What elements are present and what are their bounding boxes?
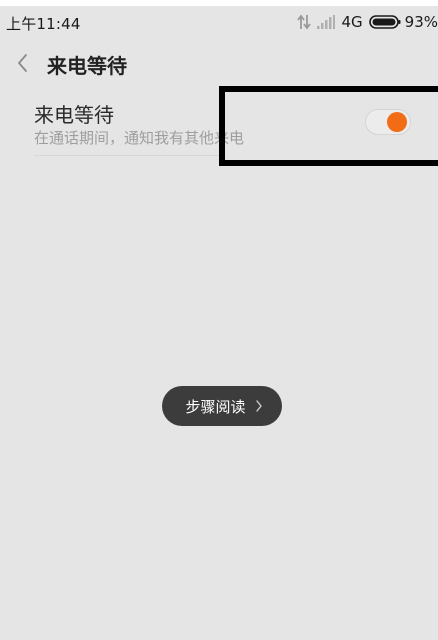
status-time: 上午11:44 <box>6 15 81 33</box>
setting-title: 来电等待 <box>34 103 114 127</box>
battery-percent: 93% <box>404 13 438 31</box>
step-reading-label: 步骤阅读 <box>185 397 246 416</box>
highlight-box <box>219 86 438 166</box>
setting-description: 在通话期间，通知我有其他来电 <box>34 129 245 147</box>
status-indicators: 4G 93% <box>297 13 438 31</box>
step-reading-button[interactable]: 步骤阅读 <box>162 386 282 426</box>
signal-icon <box>317 15 336 29</box>
page-title: 来电等待 <box>47 54 127 78</box>
network-type: 4G <box>341 13 363 31</box>
status-bar: 上午11:44 4G 93% <box>0 6 438 36</box>
battery-icon <box>368 15 401 29</box>
chevron-left-icon[interactable] <box>16 53 30 73</box>
data-arrows-icon <box>297 14 312 30</box>
header: 来电等待 <box>0 36 438 90</box>
chevron-right-icon <box>255 400 262 412</box>
divider <box>34 155 224 156</box>
